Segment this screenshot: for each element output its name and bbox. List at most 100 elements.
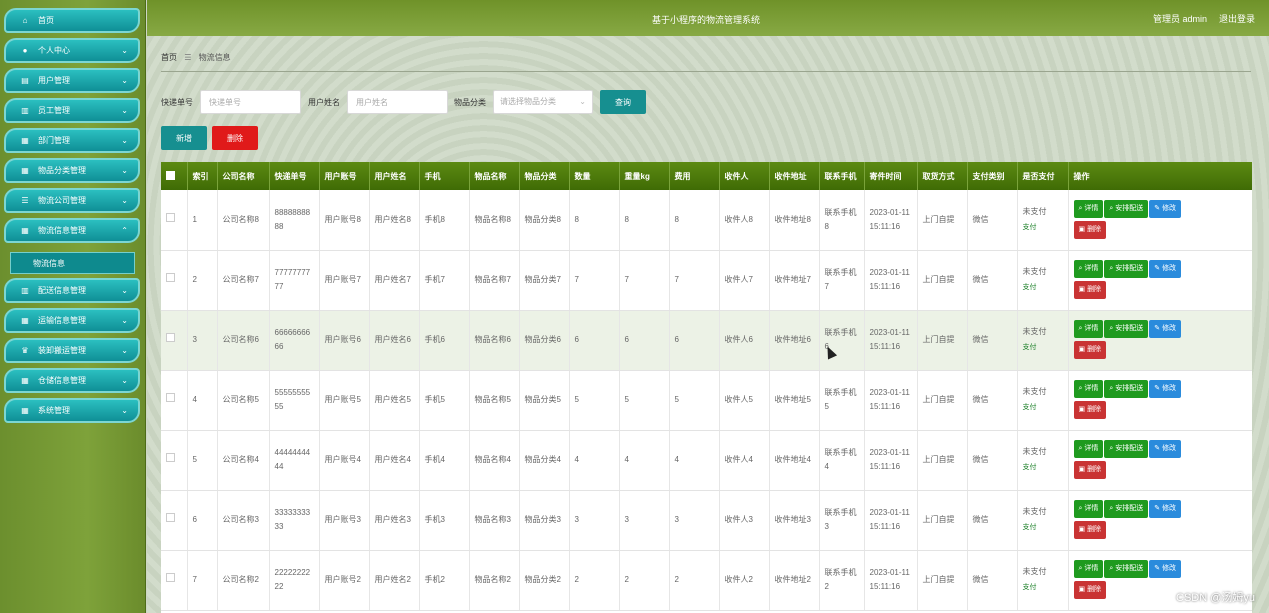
dispatch-button[interactable]: ⌕ 安排配送 bbox=[1104, 560, 1149, 578]
table-cell: 公司名称8 bbox=[217, 190, 270, 251]
breadcrumb-home[interactable]: 首页 bbox=[161, 53, 177, 62]
row-checkbox[interactable] bbox=[166, 573, 175, 582]
delete-button[interactable]: ▣ 删除 bbox=[1073, 341, 1107, 359]
logout-link[interactable]: 退出登录 bbox=[1219, 12, 1255, 25]
table-cell: 5555555555 bbox=[269, 370, 320, 431]
edit-button[interactable]: ✎ 修改 bbox=[1149, 560, 1182, 578]
pay-link[interactable]: 支付 bbox=[1023, 281, 1064, 295]
pay-link[interactable]: 支付 bbox=[1023, 521, 1064, 535]
add-button[interactable]: 新增 bbox=[161, 126, 207, 150]
sidebar-subitem-logistics-info[interactable]: 物流信息 bbox=[10, 252, 135, 274]
table-cell: 收件地址4 bbox=[769, 430, 820, 491]
delete-button[interactable]: ▣ 删除 bbox=[1073, 281, 1107, 299]
sidebar-item-3[interactable]: ▥ 员工管理 ⌄ bbox=[4, 98, 140, 123]
table-cell: 微信 bbox=[967, 370, 1018, 431]
row-checkbox[interactable] bbox=[166, 513, 175, 522]
edit-icon: ✎ bbox=[1154, 204, 1163, 212]
select-all-checkbox[interactable] bbox=[166, 170, 175, 180]
edit-button[interactable]: ✎ 修改 bbox=[1149, 199, 1182, 218]
column-header: 联系手机 bbox=[819, 162, 865, 190]
row-select-cell[interactable] bbox=[161, 430, 188, 491]
column-header: 取货方式 bbox=[917, 162, 968, 190]
dispatch-button[interactable]: ⌕ 安排配送 bbox=[1104, 380, 1149, 398]
sidebar-item-7[interactable]: ▦ 物流信息管理 ⌃ bbox=[4, 218, 140, 243]
table-cell: 7 bbox=[569, 250, 620, 311]
detail-label: 详情 bbox=[1084, 325, 1099, 332]
sidebar-item-label: 物流信息管理 bbox=[38, 226, 86, 235]
detail-button[interactable]: ⌕ 详情 bbox=[1073, 199, 1104, 218]
delete-button[interactable]: ▣ 删除 bbox=[1073, 581, 1107, 599]
table-cell: 联系手机2 bbox=[819, 550, 865, 611]
row-select-cell[interactable] bbox=[161, 550, 188, 611]
select-all-cell[interactable] bbox=[161, 162, 188, 190]
delete-button[interactable]: ▣ 删除 bbox=[1073, 220, 1107, 239]
detail-button[interactable]: ⌕ 详情 bbox=[1073, 500, 1104, 518]
pay-link[interactable]: 支付 bbox=[1023, 461, 1064, 475]
edit-button[interactable]: ✎ 修改 bbox=[1149, 260, 1182, 278]
sidebar-item-12[interactable]: ▦ 系统管理 ⌄ bbox=[4, 398, 140, 423]
edit-button[interactable]: ✎ 修改 bbox=[1149, 440, 1182, 458]
query-button[interactable]: 查询 bbox=[600, 90, 646, 114]
row-checkbox[interactable] bbox=[166, 273, 175, 282]
table-cell: 2023-01-11 15:11:16 bbox=[864, 550, 918, 611]
dispatch-button[interactable]: ⌕ 安排配送 bbox=[1104, 500, 1149, 518]
sidebar-item-2[interactable]: ▤ 用户管理 ⌄ bbox=[4, 68, 140, 93]
sidebar-item-1[interactable]: ● 个人中心 ⌄ bbox=[4, 38, 140, 63]
pay-link[interactable]: 支付 bbox=[1023, 341, 1064, 355]
row-select-cell[interactable] bbox=[161, 190, 188, 251]
row-checkbox[interactable] bbox=[166, 453, 175, 462]
category-select[interactable]: 请选择物品分类 ⌄ bbox=[493, 90, 593, 114]
sidebar-item-8[interactable]: ▥ 配送信息管理 ⌄ bbox=[4, 278, 140, 303]
edit-button[interactable]: ✎ 修改 bbox=[1149, 500, 1182, 518]
table-cell: 物品分类6 bbox=[519, 310, 570, 371]
delete-button[interactable]: ▣ 删除 bbox=[1073, 461, 1107, 479]
table-cell: 物品名称6 bbox=[469, 310, 520, 371]
pay-link[interactable]: 支付 bbox=[1023, 401, 1064, 415]
pay-link[interactable]: 支付 bbox=[1023, 581, 1064, 595]
dispatch-button[interactable]: ⌕ 安排配送 bbox=[1104, 440, 1149, 458]
table-row: 6 公司名称3 3333333333 用户账号3 用户姓名3 手机3 物品名称3 物品分类3 3… bbox=[161, 490, 1252, 551]
row-select-cell[interactable] bbox=[161, 250, 188, 311]
row-checkbox[interactable] bbox=[166, 393, 175, 402]
pay-status: 未支付 bbox=[1022, 567, 1047, 576]
table-cell: 用户姓名3 bbox=[369, 490, 420, 551]
breadcrumb-current: 物流信息 bbox=[198, 53, 231, 62]
sidebar-item-4[interactable]: ▦ 部门管理 ⌄ bbox=[4, 128, 140, 153]
detail-button[interactable]: ⌕ 详情 bbox=[1073, 440, 1104, 458]
row-select-cell[interactable] bbox=[161, 370, 188, 431]
dispatch-button[interactable]: ⌕ 安排配送 bbox=[1104, 320, 1149, 338]
tracking-input[interactable] bbox=[200, 90, 301, 114]
dispatch-button[interactable]: ⌕ 安排配送 bbox=[1104, 260, 1149, 278]
sidebar-item-11[interactable]: ▦ 仓储信息管理 ⌄ bbox=[4, 368, 140, 393]
detail-button[interactable]: ⌕ 详情 bbox=[1073, 320, 1104, 338]
edit-button[interactable]: ✎ 修改 bbox=[1149, 320, 1182, 338]
sidebar-item-5[interactable]: ▦ 物品分类管理 ⌄ bbox=[4, 158, 140, 183]
row-select-cell[interactable] bbox=[161, 310, 188, 371]
table-cell: 微信 bbox=[967, 250, 1018, 311]
row-checkbox[interactable] bbox=[166, 333, 175, 342]
row-select-cell[interactable] bbox=[161, 490, 188, 551]
name-input[interactable] bbox=[347, 90, 448, 114]
sidebar-item-6[interactable]: ☰ 物流公司管理 ⌄ bbox=[4, 188, 140, 213]
sidebar-item-9[interactable]: ▦ 运输信息管理 ⌄ bbox=[4, 308, 140, 333]
bulk-delete-button[interactable]: 删除 bbox=[212, 126, 258, 150]
sidebar-item-10[interactable]: ♛ 装卸搬运管理 ⌄ bbox=[4, 338, 140, 363]
dispatch-button[interactable]: ⌕ 安排配送 bbox=[1104, 199, 1149, 218]
edit-button[interactable]: ✎ 修改 bbox=[1149, 380, 1182, 398]
table-cell: 用户账号6 bbox=[319, 310, 370, 371]
detail-button[interactable]: ⌕ 详情 bbox=[1073, 260, 1104, 278]
sidebar-item-0[interactable]: ⌂ 首页 bbox=[4, 8, 140, 33]
edit-icon: ✎ bbox=[1154, 565, 1163, 572]
sidebar-item-label: 部门管理 bbox=[38, 136, 70, 145]
chevron-down-icon: ⌄ bbox=[121, 166, 128, 175]
logistics-table: 索引 公司名称 快递单号 用户账号 用户姓名 手机 物品名称 物品分类 数量 重量kg 费用 收件人收… bbox=[161, 162, 1252, 613]
row-checkbox[interactable] bbox=[166, 212, 175, 222]
table-cell: 3 bbox=[569, 490, 620, 551]
delete-button[interactable]: ▣ 删除 bbox=[1073, 521, 1107, 539]
chevron-down-icon: ⌄ bbox=[121, 376, 128, 385]
table-cell: 收件人6 bbox=[719, 310, 770, 371]
detail-button[interactable]: ⌕ 详情 bbox=[1073, 560, 1104, 578]
pay-link[interactable]: 支付 bbox=[1023, 221, 1064, 235]
delete-button[interactable]: ▣ 删除 bbox=[1073, 401, 1107, 419]
detail-button[interactable]: ⌕ 详情 bbox=[1073, 380, 1104, 398]
